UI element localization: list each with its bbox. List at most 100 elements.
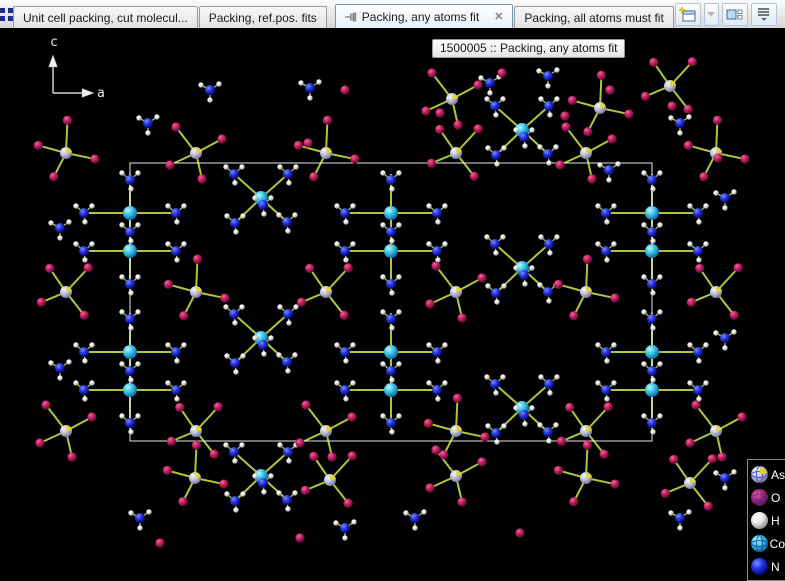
atom-co[interactable] [645, 383, 659, 397]
atom-o[interactable] [477, 457, 486, 466]
atom-h[interactable] [485, 423, 490, 428]
atom-h[interactable] [677, 130, 682, 135]
atom-h[interactable] [128, 290, 133, 295]
atom-h[interactable] [703, 342, 708, 347]
atom-n[interactable] [283, 169, 293, 179]
atom-h[interactable] [135, 413, 140, 418]
atom-o[interactable] [730, 311, 739, 320]
atom-h[interactable] [606, 177, 611, 182]
atom-h[interactable] [687, 380, 692, 385]
atom-n[interactable] [601, 246, 611, 256]
atom-n[interactable] [125, 279, 135, 289]
atom-h[interactable] [389, 290, 394, 295]
atom-h[interactable] [641, 170, 646, 175]
atom-o[interactable] [163, 466, 172, 475]
atom-h[interactable] [343, 219, 348, 224]
atom-h[interactable] [389, 429, 394, 434]
atom-o[interactable] [453, 120, 462, 129]
atom-o[interactable] [347, 412, 356, 421]
atom-h[interactable] [595, 380, 600, 385]
atom-o[interactable] [323, 116, 332, 125]
atom-n[interactable] [386, 175, 396, 185]
atom-n[interactable] [282, 495, 292, 505]
atom-h[interactable] [224, 213, 229, 218]
atom-h[interactable] [687, 342, 692, 347]
atom-n[interactable] [543, 149, 553, 159]
atom-n[interactable] [519, 270, 529, 280]
atom-o[interactable] [197, 174, 206, 183]
atom-h[interactable] [396, 361, 401, 366]
atom-h[interactable] [545, 83, 550, 88]
atom-h[interactable] [731, 329, 736, 334]
atom-n[interactable] [79, 208, 89, 218]
atom-h[interactable] [657, 274, 662, 279]
atom-h[interactable] [703, 241, 708, 246]
atom-h[interactable] [713, 190, 718, 195]
atom-h[interactable] [233, 369, 238, 374]
atom-o[interactable] [624, 109, 633, 118]
atom-o[interactable] [555, 160, 564, 169]
atom-h[interactable] [135, 170, 140, 175]
atom-n[interactable] [544, 239, 554, 249]
atom-h[interactable] [554, 96, 559, 101]
atom-h[interactable] [292, 490, 297, 495]
atom-h[interactable] [484, 96, 489, 101]
atom-h[interactable] [232, 180, 237, 185]
atom-h[interactable] [722, 205, 727, 210]
atom-o[interactable] [687, 298, 696, 307]
atom-h[interactable] [484, 374, 489, 379]
atom-h[interactable] [650, 325, 655, 330]
atom-h[interactable] [89, 380, 94, 385]
atom-h[interactable] [442, 380, 447, 385]
atom-h[interactable] [268, 335, 273, 340]
atom-o[interactable] [604, 402, 613, 411]
atom-h[interactable] [268, 473, 273, 478]
atom-h[interactable] [252, 335, 257, 340]
atom-h[interactable] [286, 458, 291, 463]
atom-o[interactable] [497, 68, 506, 77]
atom-h[interactable] [232, 320, 237, 325]
atom-o[interactable] [295, 438, 304, 447]
tab-close-button[interactable]: ✕ [494, 10, 503, 23]
atom-n[interactable] [386, 366, 396, 376]
atom-h[interactable] [198, 82, 203, 87]
atom-n[interactable] [229, 309, 239, 319]
atom-o[interactable] [327, 452, 336, 461]
atom-n[interactable] [432, 246, 442, 256]
atom-o[interactable] [568, 96, 577, 105]
atom-h[interactable] [396, 170, 401, 175]
atom-n[interactable] [544, 101, 554, 111]
atom-h[interactable] [240, 491, 245, 496]
atom-h[interactable] [285, 368, 290, 373]
atom-o[interactable] [427, 68, 436, 77]
atom-h[interactable] [731, 189, 736, 194]
atom-o[interactable] [515, 528, 524, 537]
atom-h[interactable] [165, 342, 170, 347]
tab-1[interactable]: Unit cell packing, cut molecul... [13, 6, 198, 28]
atom-co[interactable] [645, 206, 659, 220]
atom-co[interactable] [123, 244, 137, 258]
atom-n[interactable] [647, 227, 657, 237]
atom-h[interactable] [276, 490, 281, 495]
atom-h[interactable] [426, 241, 431, 246]
atom-n[interactable] [675, 118, 685, 128]
atom-h[interactable] [233, 229, 238, 234]
atom-h[interactable] [137, 525, 142, 530]
atom-h[interactable] [478, 75, 483, 80]
atom-o[interactable] [569, 497, 578, 506]
atom-o[interactable] [685, 438, 694, 447]
atom-o[interactable] [435, 125, 444, 134]
atom-h[interactable] [389, 238, 394, 243]
atom-h[interactable] [240, 353, 245, 358]
atom-h[interactable] [611, 203, 616, 208]
atom-n[interactable] [230, 358, 240, 368]
atom-h[interactable] [501, 283, 506, 288]
atom-h[interactable] [641, 361, 646, 366]
atom-o[interactable] [303, 138, 312, 147]
atom-o[interactable] [309, 172, 318, 181]
atom-h[interactable] [128, 510, 133, 515]
atom-o[interactable] [165, 160, 174, 169]
atom-n[interactable] [544, 379, 554, 389]
atom-h[interactable] [554, 374, 559, 379]
atom-h[interactable] [522, 143, 527, 148]
